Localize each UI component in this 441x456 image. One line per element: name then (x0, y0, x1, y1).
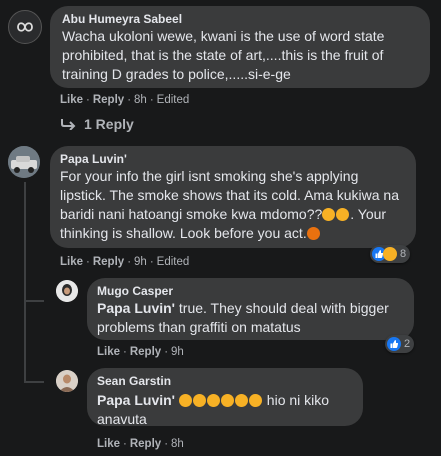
comment-actions: Like · Reply · 9h · Edited (60, 256, 190, 268)
reply-button[interactable]: Reply (93, 94, 124, 106)
angry-emoji-icon (306, 227, 320, 240)
comment-time[interactable]: 8h (171, 438, 184, 450)
reply-button[interactable]: Reply (93, 256, 124, 268)
person-photo-icon (56, 280, 78, 302)
comment-time[interactable]: 9h (134, 256, 147, 268)
like-button[interactable]: Like (97, 438, 120, 450)
comment-author[interactable]: Abu Humeyra Sabeel (62, 12, 418, 26)
mention-link[interactable]: Papa Luvin' (97, 300, 175, 316)
thread-line (24, 182, 26, 302)
rofl-emoji-icon (322, 208, 336, 221)
haha-reaction-icon (383, 247, 397, 261)
reply-bubble: Mugo Casper Papa Luvin' true. They shoul… (87, 278, 414, 340)
reaction-summary[interactable]: 2 (385, 335, 415, 353)
reaction-count: 8 (400, 248, 407, 260)
comment-author[interactable]: Mugo Casper (97, 284, 404, 298)
view-replies-link[interactable]: 1 Reply (60, 116, 134, 132)
reply-button[interactable]: Reply (130, 346, 161, 358)
avatar[interactable] (56, 280, 78, 302)
view-replies-label: 1 Reply (84, 116, 134, 132)
like-button[interactable]: Like (60, 256, 83, 268)
comment-actions: Like · Reply · 8h · Edited (60, 94, 190, 106)
laughing-emoji-icon (178, 394, 192, 407)
comment-author[interactable]: Papa Luvin' (60, 152, 406, 166)
like-reaction-icon (387, 337, 401, 351)
person-photo-icon (56, 370, 78, 392)
edited-label: Edited (156, 256, 190, 268)
comment-text: For your info the girl isnt smoking she'… (60, 168, 399, 241)
comment-bubble: Papa Luvin' For your info the girl isnt … (50, 146, 416, 248)
laughing-emoji-icon (234, 394, 248, 407)
edited-label: Edited (156, 94, 190, 106)
infinity-logo-icon (17, 22, 33, 32)
reply-bubble: Sean Garstin Papa Luvin' hio ni kiko ana… (87, 368, 363, 429)
comment-author[interactable]: Sean Garstin (97, 374, 353, 388)
rofl-emoji-icon (336, 208, 350, 221)
comment-text: Papa Luvin' hio ni kiko anavuta (97, 391, 353, 429)
avatar[interactable] (8, 146, 40, 178)
reaction-summary[interactable]: 8 (370, 245, 411, 263)
comment-actions: Like · Reply · 9h (97, 346, 184, 358)
avatar[interactable] (56, 370, 78, 392)
comment-bubble: Abu Humeyra Sabeel Wacha ukoloni wewe, k… (50, 6, 430, 88)
thread-line (24, 300, 44, 302)
mention-link[interactable]: Papa Luvin' (97, 392, 175, 408)
reply-button[interactable]: Reply (130, 438, 161, 450)
avatar[interactable] (8, 10, 42, 44)
comment-text: Papa Luvin' true. They should deal with … (97, 299, 404, 337)
comment-text: Wacha ukoloni wewe, kwani is the use of … (62, 28, 385, 82)
laughing-emoji-icon (220, 394, 234, 407)
laughing-emoji-icon (248, 394, 262, 407)
vehicle-photo-icon (8, 146, 40, 178)
like-button[interactable]: Like (60, 94, 83, 106)
comment-actions: Like · Reply · 8h (97, 438, 184, 450)
reaction-count: 2 (404, 338, 411, 350)
comment-time[interactable]: 9h (171, 346, 184, 358)
thread-line (24, 302, 26, 382)
thread-line (24, 381, 44, 383)
laughing-emoji-icon (206, 394, 220, 407)
reply-arrow-icon (61, 119, 76, 130)
like-button[interactable]: Like (97, 346, 120, 358)
laughing-emoji-icon (192, 394, 206, 407)
comment-time[interactable]: 8h (134, 94, 147, 106)
